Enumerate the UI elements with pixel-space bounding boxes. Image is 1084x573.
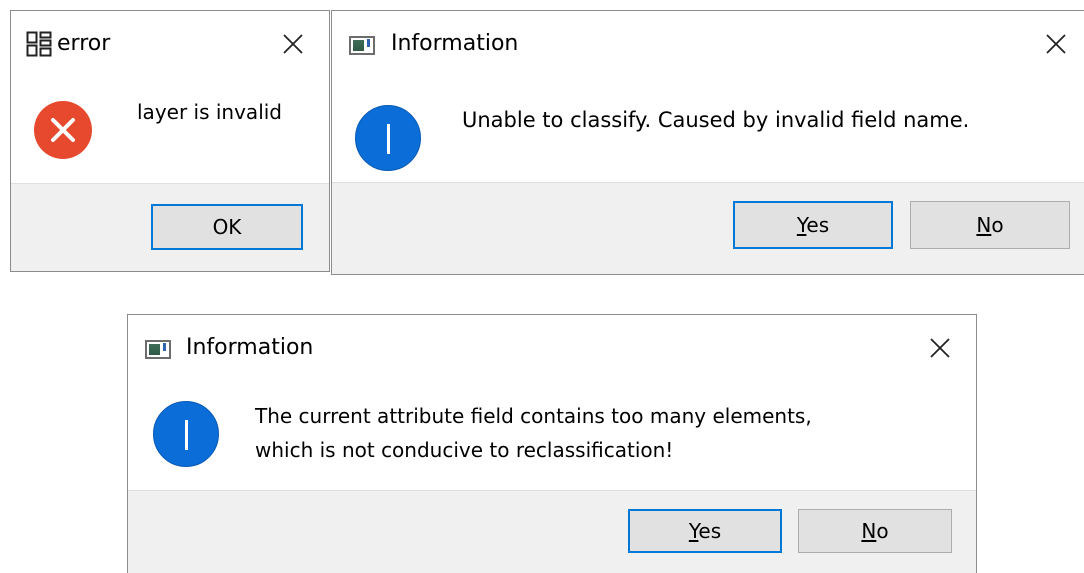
information-dialog-reclassify: Information The current attribute field … — [127, 314, 977, 573]
dialog-footer: Yes No — [332, 182, 1084, 274]
dialog-footer: OK — [11, 183, 329, 271]
close-icon — [1046, 34, 1066, 54]
close-button[interactable] — [273, 24, 313, 64]
information-icon — [153, 401, 219, 467]
app-grid-icon — [26, 31, 52, 61]
error-icon — [34, 101, 92, 159]
no-button[interactable]: No — [910, 201, 1070, 249]
close-icon — [283, 34, 303, 54]
dialog-message: Unable to classify. Caused by invalid fi… — [462, 108, 970, 132]
dialog-title: Information — [186, 335, 314, 360]
app-window-icon — [145, 340, 171, 359]
dialog-message: The current attribute field contains too… — [255, 399, 812, 467]
dialog-message: layer is invalid — [137, 100, 282, 124]
yes-button-label: Yes — [796, 213, 830, 237]
close-button[interactable] — [1036, 24, 1076, 64]
no-button-label: No — [976, 213, 1004, 237]
dialog-title: error — [57, 31, 111, 56]
information-dialog-titlebar: Information — [332, 11, 1084, 77]
dialog-title: Information — [391, 31, 519, 56]
ok-button-label: OK — [212, 215, 242, 239]
information-dialog: Information Unable to classify. Caused b… — [331, 10, 1084, 275]
close-button[interactable] — [920, 328, 960, 368]
no-button-label: No — [861, 519, 889, 543]
information-dialog-titlebar: Information — [128, 315, 976, 381]
dialog-footer: Yes No — [128, 490, 976, 573]
yes-button[interactable]: Yes — [628, 509, 782, 553]
error-dialog-titlebar: error — [11, 11, 329, 77]
no-button[interactable]: No — [798, 509, 952, 553]
yes-button-label: Yes — [688, 519, 722, 543]
yes-button[interactable]: Yes — [733, 201, 893, 249]
ok-button[interactable]: OK — [151, 204, 303, 250]
dialog-message-line-2: which is not conducive to reclassificati… — [255, 438, 674, 462]
information-icon — [355, 105, 421, 171]
close-icon — [930, 338, 950, 358]
error-dialog: error layer is invalid OK — [10, 10, 330, 272]
app-window-icon — [349, 36, 375, 55]
dialog-message-line-1: The current attribute field contains too… — [255, 404, 812, 428]
